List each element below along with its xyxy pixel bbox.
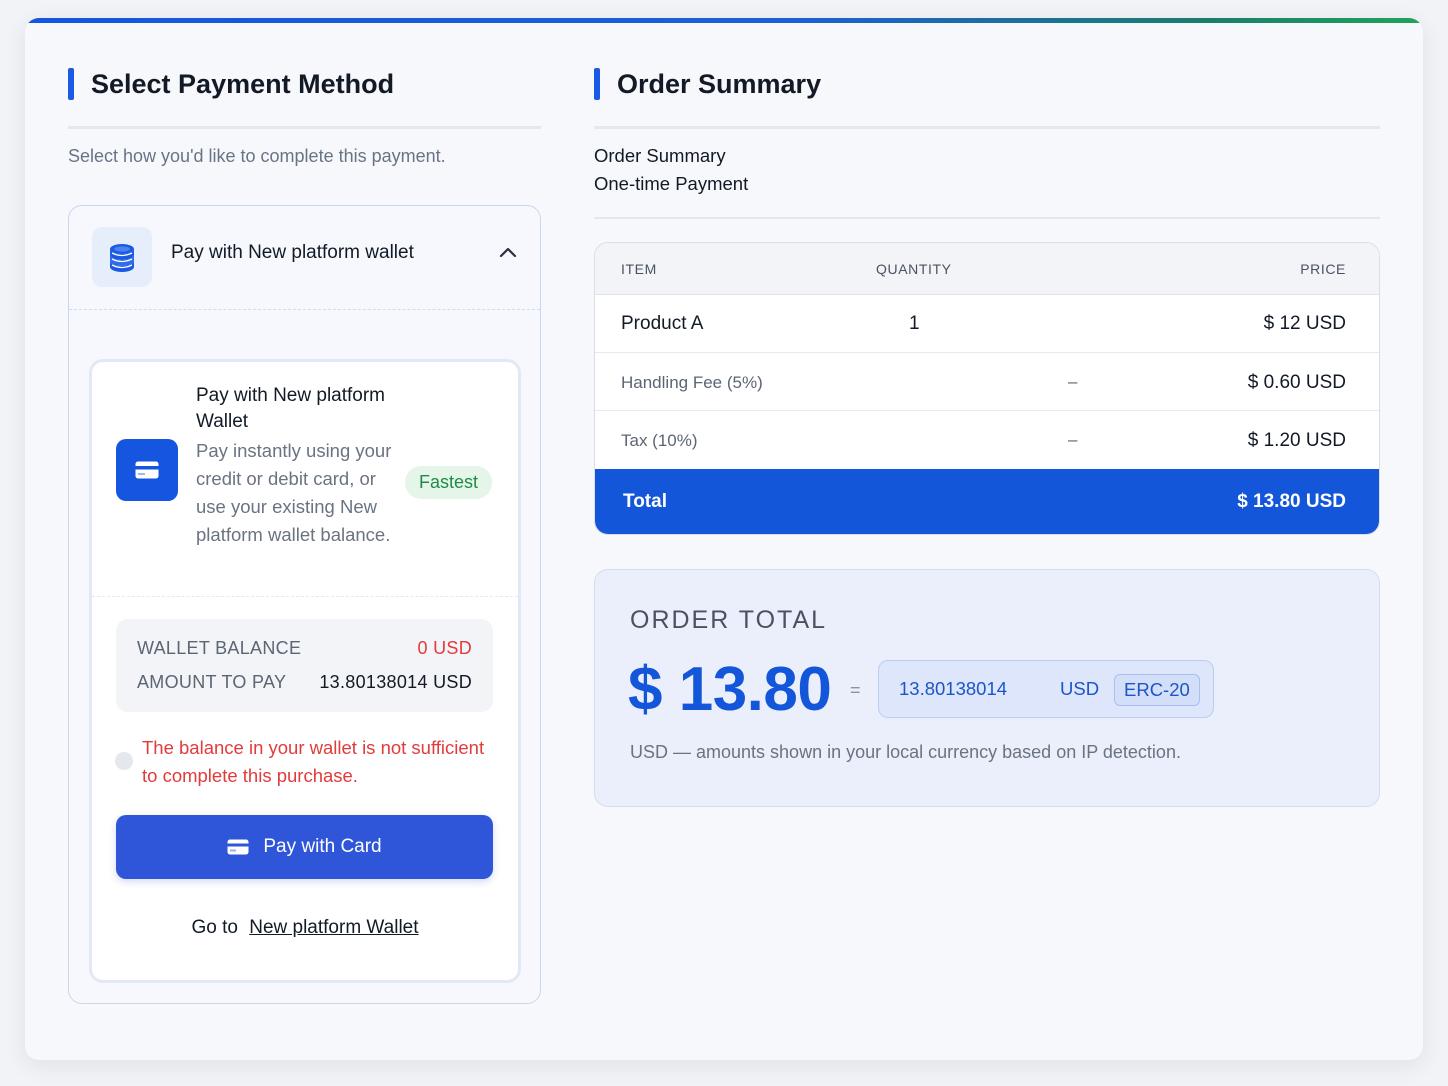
wallet-option-description: Pay instantly using your credit or debit… (196, 440, 392, 545)
credit-card-icon (116, 439, 178, 501)
wallet-balance-box: WALLET BALANCE 0 USD AMOUNT TO PAY 13.80… (116, 619, 493, 712)
row-quantity: 1 (909, 313, 920, 334)
wallet-method-title: Pay with New platform wallet (171, 242, 414, 263)
payment-method-heading: Select Payment Method (68, 68, 394, 100)
currency-note: USD — amounts shown in your local curren… (630, 742, 1181, 762)
right-divider (594, 126, 1380, 129)
total-row: Total $ 13.80 USD (595, 469, 1379, 534)
order-total-panel: ORDER TOTAL $ 13.80 = 13.80138014 USD ER… (594, 569, 1380, 807)
heading-accent-bar (594, 68, 600, 100)
pay-with-card-button[interactable]: Pay with Card (116, 815, 493, 879)
top-accent-bar (25, 18, 1423, 23)
goto-wallet-line: Go to New platform Wallet (92, 917, 518, 939)
wallet-balance-value: 0 USD (417, 638, 472, 658)
table-row: Product A 1 $ 12 USD (595, 295, 1379, 353)
goto-prefix: Go to (191, 917, 238, 938)
info-icon (115, 752, 133, 770)
payment-card: Select Payment Method Select how you'd l… (25, 18, 1423, 1060)
left-divider (68, 126, 541, 129)
crypto-currency: USD (1060, 678, 1100, 699)
coins-stack-icon (92, 227, 152, 287)
wallet-balance-label: WALLET BALANCE (137, 638, 302, 658)
row-price: $ 1.20 USD (1247, 430, 1346, 451)
row-item: Tax (10%) (621, 431, 698, 450)
table-row: Handling Fee (5%) – $ 0.60 USD (595, 353, 1379, 411)
row-quantity: – (1068, 372, 1078, 391)
order-total-label: ORDER TOTAL (630, 606, 828, 634)
wallet-option-card: Pay with New platform Wallet Pay instant… (89, 359, 521, 983)
row-price: $ 0.60 USD (1247, 372, 1346, 393)
pay-with-card-label: Pay with Card (263, 836, 382, 857)
crypto-amount: 13.80138014 (899, 678, 1008, 699)
equals-sign: = (850, 680, 861, 700)
wallet-balance-row: WALLET BALANCE 0 USD (137, 638, 472, 659)
table-row: Tax (10%) – $ 1.20 USD (595, 411, 1379, 469)
row-price: $ 12 USD (1263, 313, 1346, 334)
amount-to-pay-label: AMOUNT TO PAY (137, 672, 287, 692)
order-summary-title: Order Summary (617, 68, 822, 99)
total-label: Total (623, 491, 667, 512)
insufficient-balance-error: The balance in your wallet is not suffic… (142, 737, 485, 786)
wallet-method-header[interactable]: Pay with New platform wallet (69, 206, 540, 310)
total-value: $ 13.80 USD (1237, 491, 1346, 512)
crypto-amount-box: 13.80138014 USD ERC-20 (878, 660, 1214, 718)
option-divider (92, 596, 518, 598)
fastest-badge: Fastest (405, 466, 493, 499)
summary-divider (594, 217, 1380, 219)
wallet-method-panel: Pay with New platform wallet Pay with Ne… (68, 205, 541, 1004)
order-summary-heading: Order Summary (594, 68, 821, 100)
table-header: ITEM QUANTITY PRICE (595, 243, 1379, 295)
credit-card-icon (227, 839, 249, 855)
summary-line-2: One-time Payment (594, 173, 749, 194)
row-item: Handling Fee (5%) (621, 373, 763, 392)
row-quantity: – (1068, 430, 1078, 449)
wallet-link[interactable]: New platform Wallet (249, 917, 418, 938)
chevron-up-icon[interactable] (499, 246, 517, 258)
payment-method-subtitle: Select how you'd like to complete this p… (68, 146, 446, 166)
summary-line-1: Order Summary (594, 145, 726, 166)
wallet-option-title: Pay with New platform Wallet (196, 385, 386, 432)
payment-method-title: Select Payment Method (91, 68, 395, 99)
row-item: Product A (621, 313, 704, 334)
column-header-quantity: QUANTITY (876, 261, 952, 277)
heading-accent-bar (68, 68, 74, 100)
amount-to-pay-value: 13.80138014 USD (319, 672, 472, 692)
network-tag: ERC-20 (1114, 674, 1200, 706)
order-total-amount: $ 13.80 (628, 655, 832, 724)
column-header-price: PRICE (1300, 261, 1346, 277)
amount-to-pay-row: AMOUNT TO PAY 13.80138014 USD (137, 672, 472, 693)
column-header-item: ITEM (621, 261, 657, 277)
order-items-table: ITEM QUANTITY PRICE Product A 1 $ 12 USD… (594, 242, 1380, 535)
